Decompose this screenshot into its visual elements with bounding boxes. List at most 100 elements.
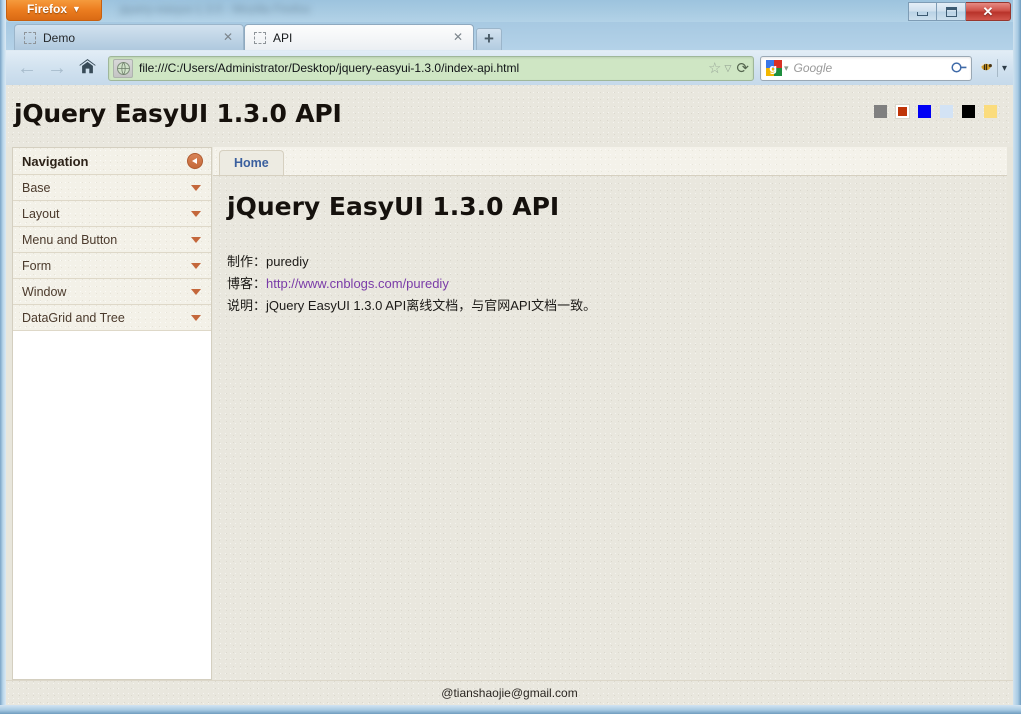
sidebar-accordion: Navigation Base Layout Menu and Button F… — [12, 147, 212, 680]
toolbar-divider — [996, 59, 998, 77]
google-logo-icon[interactable]: g — [765, 60, 782, 76]
chevron-down-icon — [191, 288, 201, 295]
chevron-down-icon[interactable]: ▽ — [724, 63, 731, 74]
maximize-icon — [945, 6, 957, 17]
main-content-panel: Home jQuery EasyUI 1.3.0 API 制作：purediy … — [213, 147, 1007, 680]
theme-swatch-gray[interactable] — [874, 105, 887, 118]
browser-tab-api[interactable]: API ✕ — [244, 24, 474, 50]
layout-region: Navigation Base Layout Menu and Button F… — [6, 147, 1013, 680]
sidebar-item-label: Window — [22, 284, 67, 299]
search-bar[interactable]: g ▾ Google — [759, 55, 972, 81]
tab-home[interactable]: Home — [219, 150, 284, 175]
sidebar-item-base[interactable]: Base — [13, 175, 211, 201]
chevron-down-icon: ▼ — [72, 4, 81, 14]
sidebar-item-form[interactable]: Form — [13, 253, 211, 279]
url-bar-actions: ☆ ▽ ⟳ — [708, 61, 749, 76]
page-footer: @tianshaojie@gmail.com — [6, 680, 1013, 705]
theme-swatch-blue[interactable] — [918, 105, 931, 118]
footer-text: @tianshaojie@gmail.com — [441, 686, 578, 700]
search-input[interactable]: Google — [794, 61, 952, 75]
chevron-down-icon[interactable]: ▾ — [784, 63, 789, 74]
theme-swatch-light-blue[interactable] — [940, 105, 953, 118]
home-icon — [78, 59, 96, 77]
tab-panel-home: jQuery EasyUI 1.3.0 API 制作：purediy 博客：ht… — [213, 176, 1007, 680]
theme-swatch-gold[interactable] — [984, 105, 997, 118]
firefox-app-menu-button[interactable]: Firefox ▼ — [6, 0, 102, 21]
chevron-down-icon — [191, 262, 201, 269]
minimize-button[interactable] — [908, 2, 937, 21]
title-bar: jquery-easyui-1.3.0 - Mozilla Firefox Fi… — [0, 0, 1021, 22]
home-button[interactable] — [72, 54, 102, 82]
page-title: jQuery EasyUI 1.3.0 API — [14, 99, 342, 128]
reload-icon[interactable]: ⟳ — [736, 61, 749, 76]
globe-icon — [116, 61, 130, 75]
doc-line-value: purediy — [266, 254, 309, 269]
browser-tab-strip: Demo ✕ API ✕ + — [6, 22, 1013, 50]
doc-line-blog: 博客：http://www.cnblogs.com/purediy — [227, 273, 993, 294]
web-content-viewport: jQuery EasyUI 1.3.0 API Navigation Base … — [6, 85, 1013, 705]
doc-line-label: 博客： — [227, 276, 267, 291]
arrow-right-icon: → — [47, 57, 67, 79]
theme-swatch-black[interactable] — [962, 105, 975, 118]
back-button[interactable]: ← — [12, 54, 42, 82]
doc-line-author: 制作：purediy — [227, 251, 993, 272]
new-tab-button[interactable]: + — [476, 28, 502, 50]
toolbar-extras: ▾ — [978, 59, 1007, 77]
sidebar-title-bar: Navigation — [13, 148, 211, 175]
doc-line-label: 制作： — [227, 254, 267, 269]
sidebar-item-label: Menu and Button — [22, 232, 118, 247]
theme-swatch-group — [874, 104, 997, 119]
chevron-down-icon — [191, 236, 201, 243]
chevron-down-icon — [191, 210, 201, 217]
svg-text:g: g — [769, 62, 777, 75]
blank-favicon-icon — [254, 31, 266, 44]
document-heading: jQuery EasyUI 1.3.0 API — [227, 192, 560, 221]
forward-button[interactable]: → — [42, 54, 72, 82]
doc-line-label: 说明： — [227, 298, 267, 313]
window-border-right — [1013, 0, 1021, 714]
close-tab-icon[interactable]: ✕ — [221, 31, 235, 45]
maximize-button[interactable] — [937, 2, 966, 21]
doc-line-value: jQuery EasyUI 1.3.0 API离线文档，与官网API文档一致。 — [266, 298, 597, 313]
sidebar-item-label: DataGrid and Tree — [22, 310, 125, 325]
doc-line-description: 说明：jQuery EasyUI 1.3.0 API离线文档，与官网API文档一… — [227, 295, 993, 316]
close-tab-icon[interactable]: ✕ — [451, 31, 465, 45]
blank-favicon-icon — [24, 31, 36, 44]
arrow-left-icon: ← — [17, 57, 37, 79]
site-identity-button[interactable] — [113, 58, 133, 78]
browser-tab-label: API — [273, 30, 293, 45]
window-controls: ✕ — [908, 2, 1011, 22]
triangle-left-glyph — [192, 158, 197, 164]
chevron-down-icon[interactable]: ▾ — [1002, 63, 1007, 74]
collapse-left-icon[interactable] — [187, 153, 203, 169]
sidebar-item-layout[interactable]: Layout — [13, 201, 211, 227]
url-bar[interactable]: file:///C:/Users/Administrator/Desktop/j… — [108, 55, 754, 81]
close-icon: ✕ — [982, 4, 994, 19]
firefox-app-menu-label: Firefox — [27, 2, 68, 16]
minimize-icon — [917, 11, 928, 16]
window-border-left — [0, 0, 6, 714]
chevron-down-icon — [191, 314, 201, 321]
theme-swatch-orange-red[interactable] — [895, 104, 910, 119]
content-tab-strip: Home — [213, 147, 1007, 176]
bee-extension-icon[interactable] — [978, 60, 993, 76]
sidebar-item-window[interactable]: Window — [13, 279, 211, 305]
blog-link[interactable]: http://www.cnblogs.com/purediy — [266, 276, 449, 291]
browser-tab-label: Demo — [43, 30, 76, 45]
window-border-bottom — [0, 705, 1021, 714]
browser-window: jquery-easyui-1.3.0 - Mozilla Firefox Fi… — [0, 0, 1021, 714]
close-window-button[interactable]: ✕ — [966, 2, 1011, 21]
bookmark-star-icon[interactable]: ☆ — [708, 61, 721, 76]
window-title-text: jquery-easyui-1.3.0 - Mozilla Firefox — [120, 2, 311, 16]
sidebar-item-label: Layout — [22, 206, 60, 221]
sidebar-item-menu-and-button[interactable]: Menu and Button — [13, 227, 211, 253]
chevron-down-icon — [191, 184, 201, 191]
home-icon-svg — [78, 59, 96, 74]
sidebar-item-label: Form — [22, 258, 52, 273]
navigation-toolbar: ← → file:///C:/Users/Administrator/Deskt… — [6, 50, 1013, 85]
url-text: file:///C:/Users/Administrator/Desktop/j… — [139, 61, 520, 75]
browser-tab-demo[interactable]: Demo ✕ — [14, 24, 244, 50]
sidebar-item-datagrid-and-tree[interactable]: DataGrid and Tree — [13, 305, 211, 331]
sidebar-title-label: Navigation — [22, 153, 89, 169]
page-header: jQuery EasyUI 1.3.0 API — [6, 85, 1013, 147]
